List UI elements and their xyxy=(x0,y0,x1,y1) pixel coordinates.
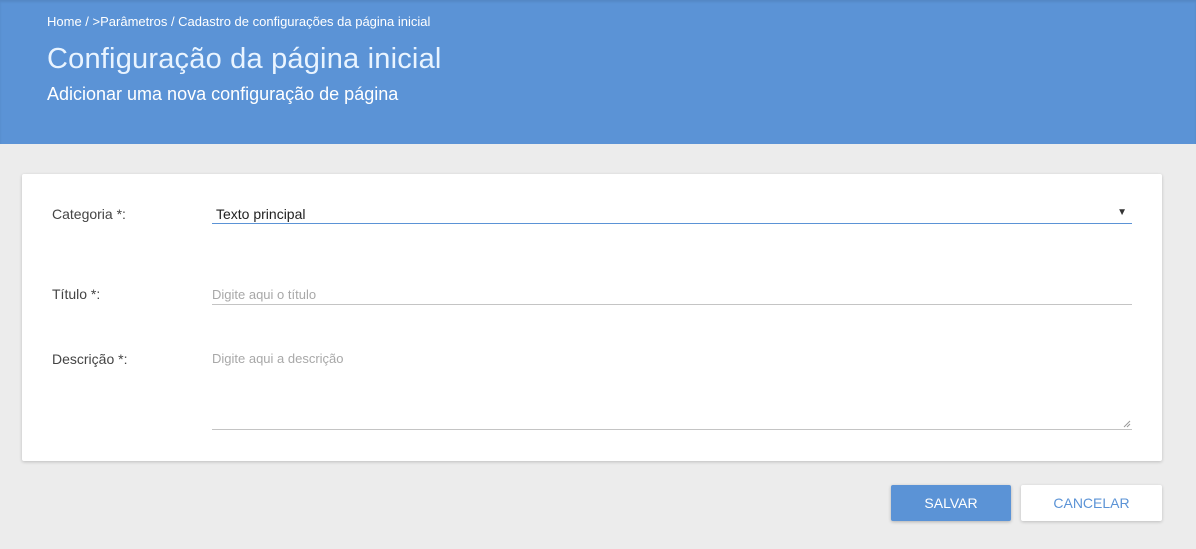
breadcrumb-separator: / xyxy=(81,14,93,29)
title-label: Título *: xyxy=(52,286,101,302)
category-select-value: Texto principal xyxy=(216,206,306,222)
breadcrumb-parametros[interactable]: >Parâmetros xyxy=(93,14,168,29)
description-label: Descrição *: xyxy=(52,351,128,367)
category-select[interactable]: Texto principal ▼ xyxy=(212,202,1132,224)
page-header: Home / >Parâmetros / Cadastro de configu… xyxy=(0,0,1196,144)
description-textarea[interactable]: Digite aqui a descrição xyxy=(212,342,1132,430)
breadcrumb-current: Cadastro de configurações da página inic… xyxy=(178,14,431,29)
chevron-down-icon: ▼ xyxy=(1117,207,1127,218)
save-button[interactable]: SALVAR xyxy=(891,485,1011,521)
description-textarea-placeholder: Digite aqui a descrição xyxy=(212,351,344,366)
breadcrumb-separator: / xyxy=(167,14,179,29)
page-subtitle: Adicionar uma nova configuração de págin… xyxy=(47,84,399,104)
breadcrumb: Home / >Parâmetros / Cadastro de configu… xyxy=(47,14,430,29)
title-input[interactable]: Digite aqui o título xyxy=(212,282,1132,305)
category-label: Categoria *: xyxy=(52,206,126,222)
title-input-placeholder: Digite aqui o título xyxy=(212,287,317,302)
breadcrumb-home[interactable]: Home xyxy=(47,14,82,29)
cancel-button[interactable]: CANCELAR xyxy=(1021,485,1162,521)
page-title: Configuração da página inicial xyxy=(47,43,442,75)
resize-handle-icon[interactable] xyxy=(1123,420,1131,428)
form-card: Categoria *: Texto principal ▼ Título *:… xyxy=(22,174,1162,461)
